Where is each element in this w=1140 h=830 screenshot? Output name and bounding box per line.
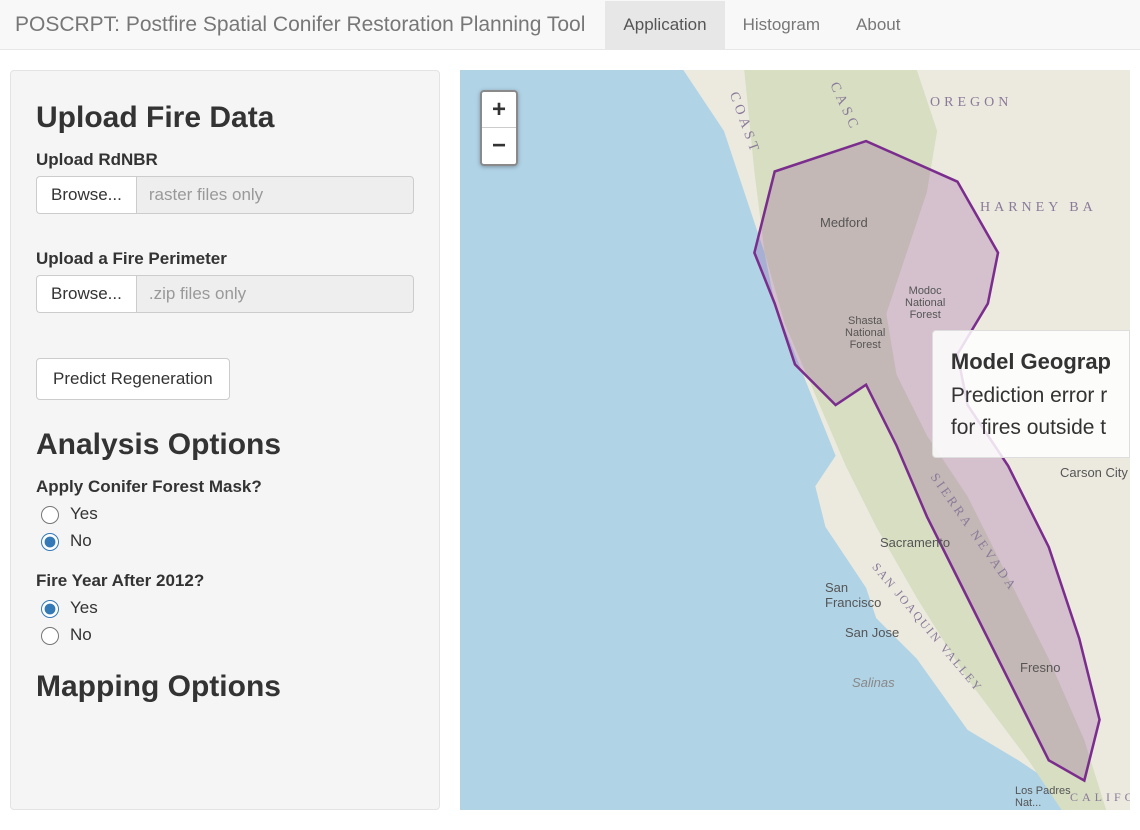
info-line1: Prediction error r bbox=[951, 380, 1111, 412]
map-info-box: Model Geograp Prediction error r for fir… bbox=[932, 330, 1130, 458]
map-city-sf: San Francisco bbox=[825, 580, 881, 610]
fireyear-no-label[interactable]: No bbox=[70, 625, 92, 645]
conifer-yes-label[interactable]: Yes bbox=[70, 504, 98, 524]
conifer-yes-row: Yes bbox=[36, 503, 414, 524]
map-label-calif: CALIFO bbox=[1070, 790, 1130, 805]
map-label-shasta: Shasta National Forest bbox=[845, 315, 885, 351]
upload-heading: Upload Fire Data bbox=[36, 101, 414, 135]
fireyear-no-row: No bbox=[36, 624, 414, 645]
conifer-yes-radio[interactable] bbox=[41, 506, 59, 524]
conifer-no-radio[interactable] bbox=[41, 533, 59, 551]
tab-histogram[interactable]: Histogram bbox=[725, 1, 838, 49]
map-label-modoc: Modoc National Forest bbox=[905, 285, 945, 321]
conifer-mask-label: Apply Conifer Forest Mask? bbox=[36, 477, 414, 497]
zoom-in-button[interactable]: + bbox=[482, 92, 516, 128]
map-city-sacramento: Sacramento bbox=[880, 535, 950, 550]
map-city-fresno: Fresno bbox=[1020, 660, 1060, 675]
map-city-lospadres: Los Padres Nat... bbox=[1015, 785, 1071, 809]
fireyear-yes-label[interactable]: Yes bbox=[70, 598, 98, 618]
nav-tabs: Application Histogram About bbox=[605, 1, 918, 49]
rdnbr-label: Upload RdNBR bbox=[36, 150, 414, 170]
map-city-sj: San Jose bbox=[845, 625, 899, 640]
info-line2: for fires outside t bbox=[951, 412, 1111, 444]
mapping-heading: Mapping Options bbox=[36, 670, 414, 704]
conifer-no-row: No bbox=[36, 530, 414, 551]
map-city-salinas: Salinas bbox=[852, 675, 895, 690]
sidebar-panel: Upload Fire Data Upload RdNBR Browse... … bbox=[10, 70, 440, 810]
rdnbr-file-display[interactable]: raster files only bbox=[136, 176, 414, 214]
fire-year-label: Fire Year After 2012? bbox=[36, 571, 414, 591]
conifer-no-label[interactable]: No bbox=[70, 531, 92, 551]
fireyear-no-radio[interactable] bbox=[41, 627, 59, 645]
fireyear-yes-radio[interactable] bbox=[41, 600, 59, 618]
perimeter-label: Upload a Fire Perimeter bbox=[36, 249, 414, 269]
predict-regeneration-button[interactable]: Predict Regeneration bbox=[36, 358, 230, 400]
main-content: Upload Fire Data Upload RdNBR Browse... … bbox=[0, 50, 1140, 830]
rdnbr-file-input: Browse... raster files only bbox=[36, 176, 414, 214]
map-container[interactable]: + − OREGON HARNEY BA COAST CASC SIERRA N… bbox=[460, 70, 1130, 810]
fireyear-yes-row: Yes bbox=[36, 597, 414, 618]
perimeter-file-input: Browse... .zip files only bbox=[36, 275, 414, 313]
analysis-heading: Analysis Options bbox=[36, 428, 414, 462]
perimeter-browse-button[interactable]: Browse... bbox=[36, 275, 136, 313]
rdnbr-browse-button[interactable]: Browse... bbox=[36, 176, 136, 214]
map-label-oregon: OREGON bbox=[930, 95, 1012, 111]
navbar: POSCRPT: Postfire Spatial Conifer Restor… bbox=[0, 0, 1140, 50]
zoom-control: + − bbox=[480, 90, 518, 166]
tab-application[interactable]: Application bbox=[605, 1, 724, 49]
tab-about[interactable]: About bbox=[838, 1, 918, 49]
perimeter-file-display[interactable]: .zip files only bbox=[136, 275, 414, 313]
app-title: POSCRPT: Postfire Spatial Conifer Restor… bbox=[15, 13, 585, 37]
info-title: Model Geograp bbox=[951, 345, 1111, 378]
map-label-harney: HARNEY BA bbox=[980, 200, 1097, 216]
map-city-medford: Medford bbox=[820, 215, 868, 230]
map-city-carson: Carson City bbox=[1060, 465, 1128, 480]
zoom-out-button[interactable]: − bbox=[482, 128, 516, 164]
